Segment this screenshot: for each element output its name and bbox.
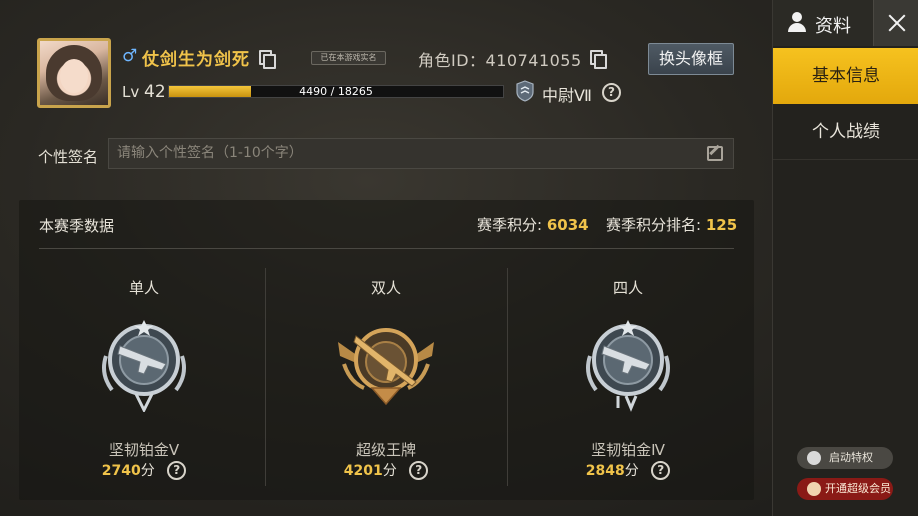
realname-tag: 已在本游戏实名 [311,51,386,65]
mode-duo[interactable]: 双人 超级王牌 4201分 ? [265,200,507,500]
score: 2740分 ? [23,460,265,481]
profile-main: ♂ 仗剑生为剑死 已在本游戏实名 角色ID：410741055 换头像框 Lv … [0,0,772,516]
rank-shield-icon [516,80,534,102]
score: 4201分 ? [265,460,507,481]
vip-icon [807,482,821,496]
signature-input[interactable]: 请输入个性签名（1-10个字） [108,138,734,169]
copy-id-icon[interactable] [590,50,607,69]
platinum-iv-badge-icon [586,320,670,412]
close-button[interactable] [873,0,918,46]
mode-squad[interactable]: 四人 坚韧铂金Ⅳ 2848分 ? [507,200,749,500]
score-help-icon[interactable]: ? [167,460,187,480]
xp-text: 4490 / 18265 [299,85,373,98]
signature-placeholder: 请输入个性签名（1-10个字） [117,145,303,161]
tier-name: 超级王牌 [355,441,416,459]
role-id: 角色ID：410741055 [418,51,582,70]
mode-solo[interactable]: 单人 坚韧铂金Ⅴ 2740分 ? [23,200,265,500]
copy-icon[interactable] [259,50,276,69]
gender-icon: ♂ [122,46,138,66]
season-panel: 本赛季数据 赛季积分: 6034 赛季积分排名: 125 单人 坚韧铂金Ⅴ 27… [19,200,754,500]
signature-label: 个性签名 [38,148,99,166]
score-help-icon[interactable]: ? [651,460,671,480]
level-label: Lv 42 [122,82,166,102]
sidebar: 资料 基本信息 个人战绩 启动特权 开通超级会员 [772,0,918,516]
nickname: 仗剑生为剑死 [142,50,250,70]
privilege-icon [807,451,821,465]
mode-name: 双人 [370,279,401,297]
super-vip-button[interactable]: 开通超级会员 [797,478,893,500]
tab-basic-info[interactable]: 基本信息 [773,48,918,104]
score-help-icon[interactable]: ? [409,460,429,480]
activate-privilege-button[interactable]: 启动特权 [797,447,893,469]
sidebar-header: 资料 [773,0,873,46]
user-icon [787,12,807,32]
tier-name: 坚韧铂金Ⅳ [591,441,665,459]
avatar[interactable] [37,38,111,108]
tier-name: 坚韧铂金Ⅴ [108,441,180,459]
rank-help-icon[interactable]: ? [602,83,621,102]
score: 2848分 ? [507,460,749,481]
tab-personal-stats[interactable]: 个人战绩 [773,104,918,160]
super-ace-badge-icon [338,328,434,406]
change-avatar-frame-button[interactable]: 换头像框 [648,43,734,75]
rank-label: 中尉Ⅶ [542,86,592,105]
mode-name: 四人 [612,279,643,297]
platinum-v-badge-icon [102,320,186,412]
mode-name: 单人 [128,279,159,297]
sidebar-title: 资料 [815,16,851,37]
xp-progress-bar: 4490 / 18265 [168,85,504,98]
edit-icon[interactable] [707,146,723,161]
